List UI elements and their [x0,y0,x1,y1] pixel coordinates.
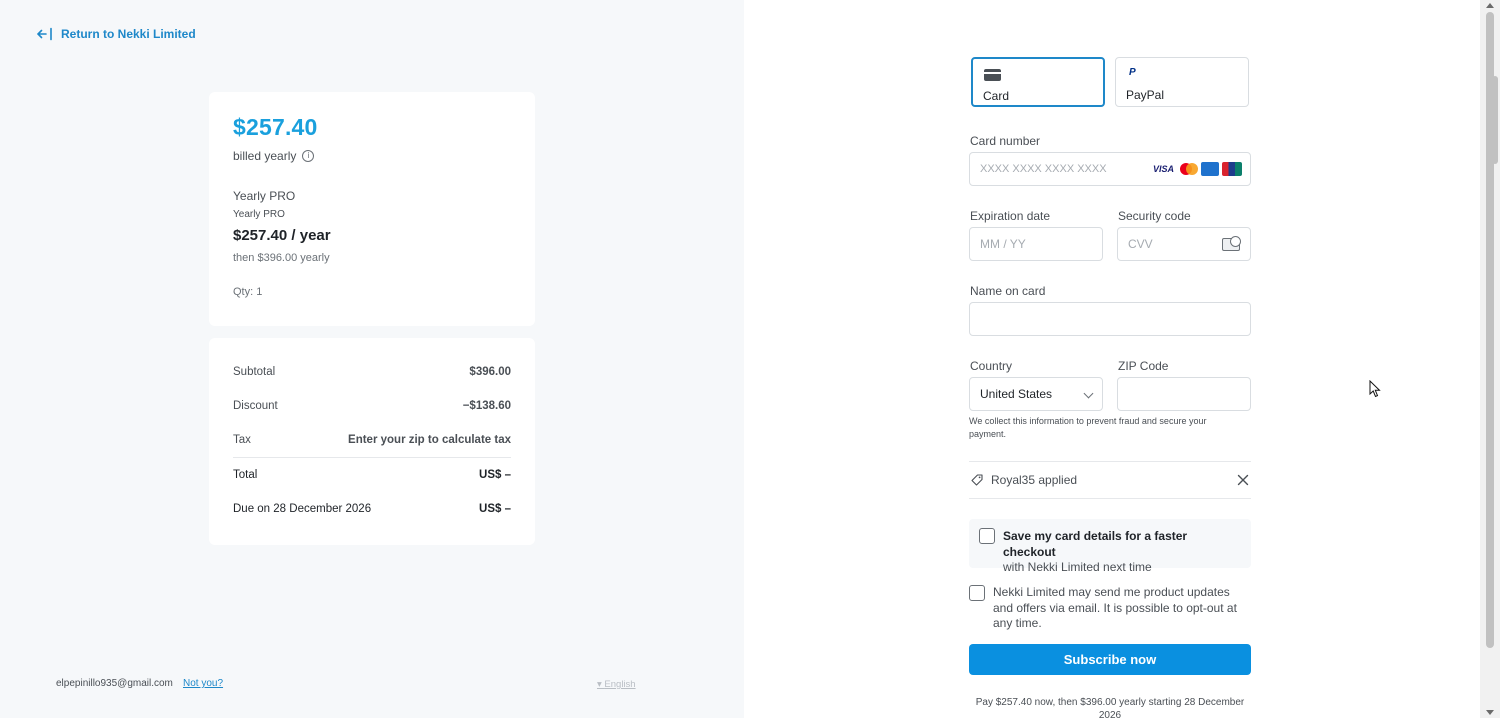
language-selector[interactable]: ▾ English [597,679,636,690]
tab-card[interactable]: Card [971,57,1105,107]
info-icon[interactable]: i [302,150,315,162]
unionpay-icon [1222,162,1242,176]
scroll-down-icon[interactable] [1486,710,1494,715]
tax-label: Tax [233,434,251,446]
scroll-up-icon[interactable] [1486,3,1494,8]
plan-price: $257.40 / year [233,227,331,244]
paypal-icon: P [1129,67,1136,78]
total-row: Total US$ – [233,458,511,492]
order-summary-panel: Return to Nekki Limited $257.40 billed y… [0,0,744,718]
not-you-link[interactable]: Not you? [183,678,223,689]
save-card-rest: with Nekki Limited next time [1003,560,1152,574]
security-code-label: Security code [1118,209,1191,223]
save-card-bold: Save my card details for a faster checko… [1003,529,1188,559]
name-on-card-input[interactable] [969,302,1251,336]
language-label: English [604,679,636,690]
credit-card-icon [984,69,1001,81]
close-icon[interactable] [1237,474,1249,486]
subtotal-value: $396.00 [469,366,511,378]
coupon-label: Royal35 applied [991,473,1078,487]
card-number-input[interactable]: XXXX XXXX XXXX XXXX VISA [969,152,1251,186]
discount-row: Discount −$138.60 [233,389,511,423]
save-card-option: Save my card details for a faster checko… [969,519,1251,574]
subtotal-row: Subtotal $396.00 [233,355,511,389]
card-brands: VISA [1153,162,1242,176]
plan-name: Yearly PRO [233,189,296,203]
headline-price: $257.40 [233,114,318,140]
tab-paypal[interactable]: P PayPal [1115,57,1249,107]
renewal-price: then $396.00 yearly [233,252,330,264]
total-label: Total [233,469,258,481]
updates-checkbox[interactable] [969,585,985,601]
due-row: Due on 28 December 2026 US$ – [233,492,511,526]
visa-icon: VISA [1152,164,1174,174]
payment-panel: Card P PayPal Card number XXXX XXXX XXXX… [744,0,1500,718]
subtotal-label: Subtotal [233,366,276,378]
discount-value: −$138.60 [462,400,511,412]
subscribe-button[interactable]: Subscribe now [969,644,1251,675]
billing-period: billed yearly i [233,149,511,163]
zip-label: ZIP Code [1118,359,1169,373]
plan-subtitle: Yearly PRO [233,209,285,220]
security-code-input[interactable]: CVV [1117,227,1251,261]
card-number-placeholder: XXXX XXXX XXXX XXXX [980,163,1107,175]
tax-row: Tax Enter your zip to calculate tax [233,423,511,457]
updates-text: Nekki Limited may send me product update… [993,585,1237,630]
quantity: Qty: 1 [233,286,263,298]
tax-value: Enter your zip to calculate tax [348,434,511,446]
discount-label: Discount [233,400,278,412]
country-value: United States [980,387,1053,401]
zip-input[interactable] [1117,377,1251,411]
tag-icon [971,474,983,486]
totals-card: Subtotal $396.00 Discount −$138.60 Tax E… [209,338,535,545]
plan-summary-card: $257.40 billed yearly i Yearly PRO Yearl… [209,92,535,326]
mouse-cursor-icon [1369,380,1381,398]
expiration-input[interactable]: MM / YY [969,227,1103,261]
cvv-card-icon [1222,236,1241,251]
save-card-text: Save my card details for a faster checko… [1003,529,1243,576]
security-code-placeholder: CVV [1128,237,1153,251]
due-value: US$ – [479,503,511,515]
total-value: US$ – [479,469,511,481]
due-label: Due on 28 December 2026 [233,503,372,515]
country-label: Country [970,359,1013,373]
pay-note: Pay $257.40 now, then $396.00 yearly sta… [975,697,1245,718]
amex-icon [1201,162,1219,176]
tab-paypal-label: PayPal [1126,88,1165,102]
expiration-placeholder: MM / YY [980,237,1026,251]
user-email: elpepinillo935@gmail.com [56,678,173,689]
back-arrow-icon [37,27,52,41]
save-card-checkbox[interactable] [979,528,995,544]
chevron-down-icon [1083,388,1094,399]
return-link-label: Return to Nekki Limited [61,27,196,41]
coupon-applied: Royal35 applied [969,461,1251,499]
mastercard-icon [1180,163,1198,175]
card-number-label: Card number [970,134,1041,148]
expiration-label: Expiration date [970,209,1051,223]
fraud-note: We collect this information to prevent f… [969,416,1207,439]
billing-period-label: billed yearly [233,149,297,163]
return-link[interactable]: Return to Nekki Limited [37,27,196,41]
tab-card-label: Card [983,89,1010,103]
name-on-card-label: Name on card [970,284,1046,298]
scrollbar[interactable] [1480,0,1500,718]
scrollbar-overlay-thumb[interactable] [1492,76,1498,164]
country-select[interactable]: United States [969,377,1103,411]
